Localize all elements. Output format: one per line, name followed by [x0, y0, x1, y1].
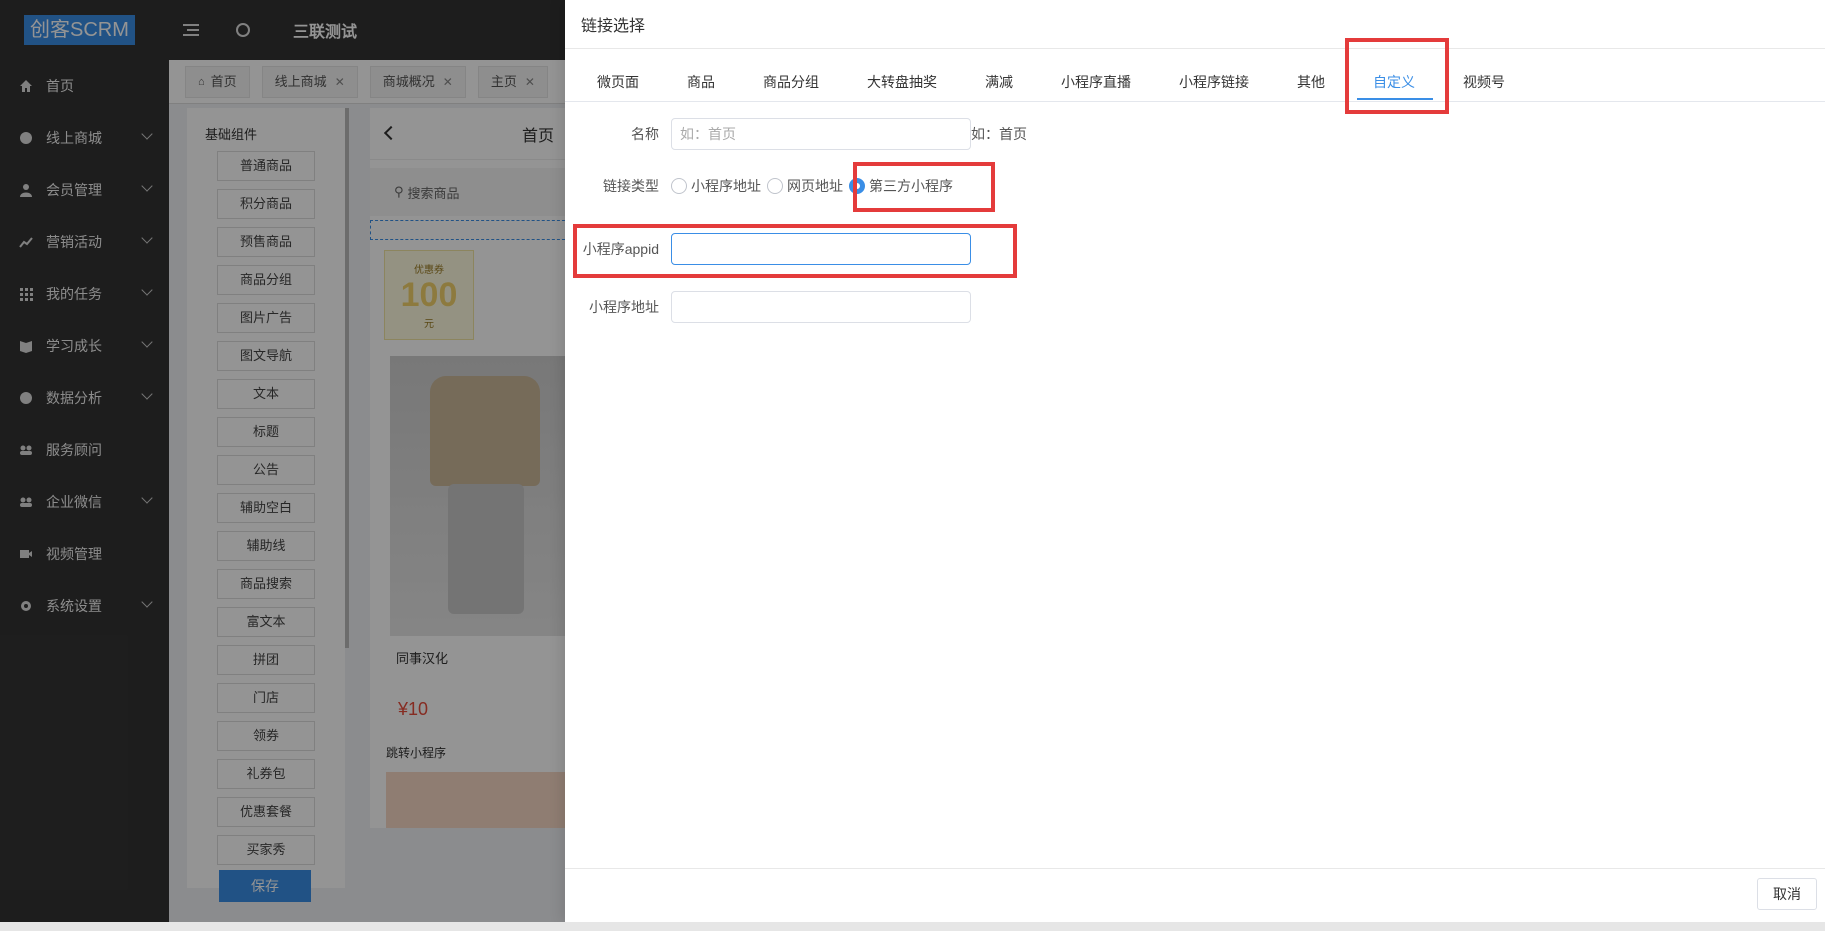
- radio-circle[interactable]: [671, 178, 687, 194]
- drawer-tabs: 微页面 商品 商品分组 大转盘抽奖 满减 小程序直播 小程序链接 其他 自定义 …: [565, 60, 1825, 102]
- cancel-button[interactable]: 取消: [1757, 878, 1817, 910]
- link-select-drawer: 链接选择 微页面 商品 商品分组 大转盘抽奖 满减 小程序直播 小程序链接 其他…: [565, 0, 1825, 922]
- highlight-box-third-party-option: [853, 162, 995, 212]
- tab-other[interactable]: 其他: [1297, 72, 1325, 92]
- tab-discount[interactable]: 满减: [985, 72, 1013, 92]
- link-type-label: 链接类型: [603, 178, 659, 194]
- name-label: 名称: [631, 126, 659, 142]
- divider: [565, 868, 1825, 869]
- form-row-name: 名称 如：首页 如：首页: [577, 118, 1027, 150]
- name-hint: 如：首页: [971, 126, 1027, 142]
- radio-label: 网页地址: [787, 178, 843, 194]
- tab-miniprogram-live[interactable]: 小程序直播: [1061, 72, 1131, 92]
- horizontal-scrollbar[interactable]: [0, 922, 1825, 931]
- path-input[interactable]: [671, 291, 971, 323]
- form-row-path: 小程序地址: [577, 291, 971, 323]
- name-input[interactable]: 如：首页: [671, 118, 971, 150]
- path-label: 小程序地址: [589, 299, 659, 315]
- highlight-box-appid-row: [573, 224, 1017, 278]
- modal-overlay[interactable]: [0, 0, 565, 931]
- tab-product[interactable]: 商品: [687, 72, 715, 92]
- radio-circle[interactable]: [767, 178, 783, 194]
- tab-product-group[interactable]: 商品分组: [763, 72, 819, 92]
- tab-miniprogram-link[interactable]: 小程序链接: [1179, 72, 1249, 92]
- divider: [565, 48, 1825, 49]
- radio-miniprogram-address[interactable]: 小程序地址: [671, 176, 761, 196]
- tab-micro-page[interactable]: 微页面: [597, 72, 639, 92]
- highlight-box-custom-tab: [1345, 38, 1449, 114]
- tab-video-channel[interactable]: 视频号: [1463, 72, 1505, 92]
- radio-web-address[interactable]: 网页地址: [767, 176, 843, 196]
- radio-label: 小程序地址: [691, 178, 761, 194]
- tab-lucky-wheel[interactable]: 大转盘抽奖: [867, 72, 937, 92]
- drawer-title: 链接选择: [581, 18, 646, 35]
